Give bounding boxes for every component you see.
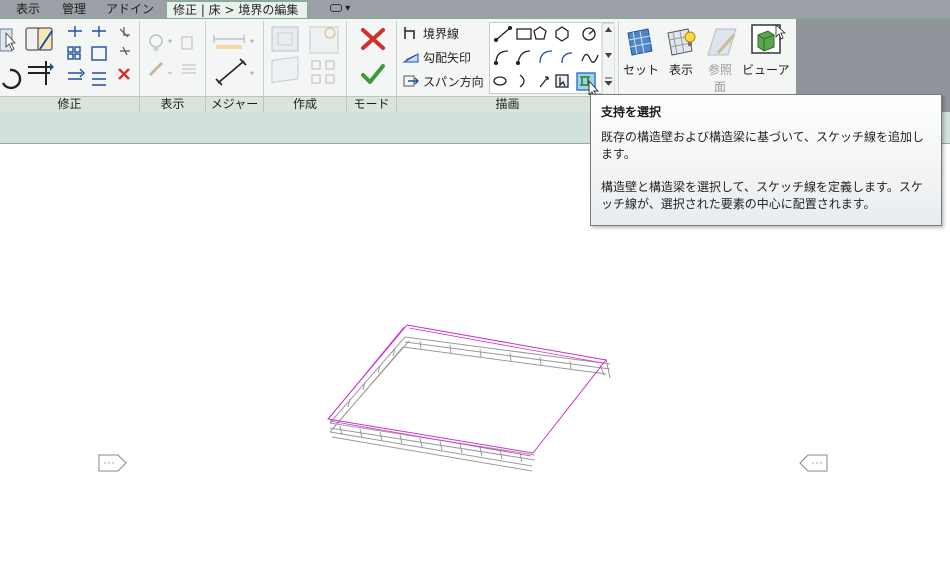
ribbon-empty-area <box>796 19 950 97</box>
modify-tools-icons[interactable] <box>0 23 140 95</box>
span-direction-button[interactable]: スパン方向 <box>423 73 484 90</box>
viewer-icon <box>751 24 786 54</box>
slope-arrow-button[interactable]: 勾配矢印 <box>423 49 471 66</box>
set-button[interactable]: セット <box>623 61 659 78</box>
ribbon-tab-bar: 表示 管理 アドイン 修正 | 床 > 境界の編集 ▾ <box>0 0 950 19</box>
cancel-edit-icon[interactable] <box>360 27 386 51</box>
reference-plane-button[interactable]: 参照 <box>708 61 732 78</box>
draw-shape-icons[interactable] <box>490 22 616 99</box>
show-button[interactable]: 表示 <box>669 61 693 78</box>
boundary-line-button[interactable]: 境界線 <box>423 25 459 42</box>
tooltip-title: 支持を選択 <box>601 105 662 119</box>
slope-arrow-icon <box>402 53 419 63</box>
boundary-line-icon <box>404 27 415 39</box>
elevation-marker-left[interactable] <box>98 454 127 472</box>
group-label-mode: モード <box>347 97 397 113</box>
create-tools-icons[interactable] <box>268 25 346 91</box>
ribbon-display-toggle[interactable]: ▾ <box>330 2 356 16</box>
measure-tools-icons[interactable] <box>210 27 262 91</box>
group-label-draw: 描画 <box>397 97 619 113</box>
beam-left <box>329 336 410 433</box>
tab-modify-floor-boundary[interactable]: 修正 | 床 > 境界の編集 <box>166 1 308 19</box>
pick-supports-tooltip: 支持を選択 既存の構造壁および構造梁に基づいて、スケッチ線を追加します。 構造壁… <box>590 94 942 226</box>
tooltip-description: 既存の構造壁および構造梁に基づいて、スケッチ線を追加します。 <box>601 130 925 161</box>
reference-plane-icon <box>707 28 737 56</box>
panel-toggle-icon <box>330 4 342 12</box>
show-work-plane-icon <box>667 28 696 56</box>
group-label-display: 表示 <box>140 97 206 113</box>
tooltip-detail: 構造壁と構造梁を選択して、スケッチ線を定義します。スケッチ線が、選択された要素の… <box>601 180 923 211</box>
tab-manage[interactable]: 管理 <box>56 1 92 18</box>
chevron-down-icon: ▾ <box>345 3 351 14</box>
reference-plane-label-line2: 面 <box>714 80 727 94</box>
group-label-create: 作成 <box>264 97 347 113</box>
viewer-button[interactable]: ビューア <box>742 61 790 78</box>
finish-edit-icon[interactable] <box>360 63 386 85</box>
elevation-marker-right[interactable] <box>799 454 828 472</box>
tab-view[interactable]: 表示 <box>10 1 46 18</box>
tab-addins[interactable]: アドイン <box>100 1 160 18</box>
group-label-measure: メジャー <box>206 97 264 113</box>
set-work-plane-icon <box>627 28 653 56</box>
draw-shapes-gallery <box>489 22 616 99</box>
group-label-modify: 修正 <box>0 97 140 113</box>
ribbon-panel: 境界線 勾配矢印 スパン方向 セット 表示 参照 面 ビューア <box>0 18 950 113</box>
display-tools-icons[interactable] <box>144 29 204 89</box>
span-direction-icon <box>403 75 419 87</box>
